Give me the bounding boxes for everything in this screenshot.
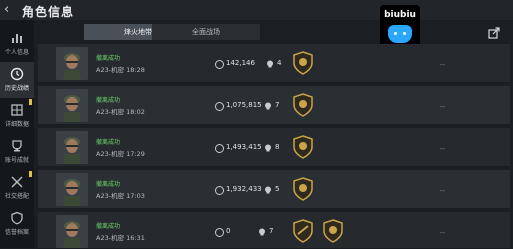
tab-bar: 烽火地带 全面战场 bbox=[38, 22, 508, 40]
share-icon[interactable] bbox=[488, 27, 500, 39]
sidebar-item-profile[interactable]: 个人信息 bbox=[0, 26, 34, 62]
map-and-time: A23-机密 17:03 bbox=[96, 192, 145, 200]
sidebar-item-label: 详细数据 bbox=[4, 121, 29, 128]
sidebar-item-label: 个人信息 bbox=[4, 49, 29, 56]
kill-count: 4 bbox=[277, 59, 282, 67]
sidebar-item-reputation[interactable]: 信誉档案 bbox=[0, 206, 34, 242]
medal-icon bbox=[293, 93, 313, 117]
match-result: 撤离成功 bbox=[96, 139, 121, 146]
extra-value: -- bbox=[440, 229, 446, 237]
match-row[interactable]: 撤离成功 A23-机密 16:31 0 7 -- bbox=[38, 212, 510, 249]
skull-icon bbox=[265, 102, 271, 110]
sidebar: 个人信息 历史战绩 详细数据 账号成就 社交搭配 信誉档案 bbox=[0, 20, 34, 248]
medal-icon bbox=[293, 219, 313, 243]
coin-value: 1,493,415 bbox=[226, 143, 262, 151]
sidebar-item-label: 社交搭配 bbox=[4, 193, 29, 200]
sidebar-item-label: 账号成就 bbox=[4, 157, 29, 164]
match-result: 撤离成功 bbox=[96, 181, 121, 188]
page-title: 角色信息 bbox=[22, 5, 75, 19]
coin-value: 1,075,815 bbox=[226, 101, 262, 109]
shield-icon bbox=[11, 211, 23, 225]
sidebar-item-details[interactable]: 详细数据 bbox=[0, 98, 34, 134]
match-row[interactable]: 撤离成功 A23-机密 18:28 142,146 4 -- bbox=[38, 44, 510, 83]
match-result: 撤离成功 bbox=[96, 223, 121, 230]
notice-badge bbox=[29, 99, 32, 105]
operator-avatar bbox=[56, 47, 88, 80]
medal-icon bbox=[293, 51, 313, 75]
skull-icon bbox=[259, 228, 265, 236]
notice-badge bbox=[29, 171, 32, 177]
map-and-time: A23-机密 18:28 bbox=[96, 66, 145, 74]
operator-avatar bbox=[56, 131, 88, 164]
operator-avatar bbox=[56, 173, 88, 206]
map-and-time: A23-机密 16:31 bbox=[96, 234, 145, 242]
crossed-swords-icon bbox=[11, 176, 23, 188]
coin-icon bbox=[215, 228, 224, 237]
trophy-icon bbox=[12, 140, 22, 152]
medal-icon bbox=[323, 219, 343, 243]
match-row[interactable]: 撤离成功 A23-机密 18:02 1,075,815 7 -- bbox=[38, 86, 510, 125]
coin-icon bbox=[215, 60, 224, 69]
coin-icon bbox=[215, 186, 224, 195]
back-icon[interactable]: ‹ bbox=[4, 2, 9, 17]
extra-value: -- bbox=[440, 103, 446, 111]
match-result: 撤离成功 bbox=[96, 55, 121, 62]
coin-icon bbox=[215, 102, 224, 111]
skull-icon bbox=[267, 60, 273, 68]
kill-count: 7 bbox=[275, 101, 280, 109]
skull-icon bbox=[265, 186, 271, 194]
coin-value: 1,932,433 bbox=[226, 185, 262, 193]
sidebar-item-label: 信誉档案 bbox=[4, 229, 29, 236]
map-and-time: A23-机密 17:29 bbox=[96, 150, 145, 158]
sidebar-item-history[interactable]: 历史战绩 bbox=[0, 62, 34, 98]
extra-value: -- bbox=[440, 145, 446, 153]
sidebar-item-social[interactable]: 社交搭配 bbox=[0, 170, 34, 206]
medal-icon bbox=[293, 135, 313, 159]
operator-avatar bbox=[56, 215, 88, 248]
kill-count: 5 bbox=[275, 185, 280, 193]
extra-value: -- bbox=[440, 187, 446, 195]
coin-icon bbox=[215, 144, 224, 153]
match-row[interactable]: 撤离成功 A23-机密 17:03 1,932,433 5 -- bbox=[38, 170, 510, 209]
watermark-logo: biubiu bbox=[380, 5, 420, 49]
kill-count: 7 bbox=[269, 227, 274, 235]
medal-icon bbox=[293, 177, 313, 201]
tab-full-battlefield[interactable]: 全面战场 bbox=[152, 24, 260, 40]
match-result: 撤离成功 bbox=[96, 97, 121, 104]
mascot-icon bbox=[388, 25, 412, 43]
top-bar: ‹ 角色信息 bbox=[0, 0, 513, 20]
bar-chart-icon bbox=[12, 34, 22, 43]
kill-count: 8 bbox=[275, 143, 280, 151]
logo-text: biubiu bbox=[384, 10, 416, 20]
map-and-time: A23-机密 18:02 bbox=[96, 108, 145, 116]
operator-avatar bbox=[56, 89, 88, 122]
match-row[interactable]: 撤离成功 A23-机密 17:29 1,493,415 8 -- bbox=[38, 128, 510, 167]
skull-icon bbox=[265, 144, 271, 152]
coin-value: 142,146 bbox=[226, 59, 255, 67]
sidebar-item-label: 历史战绩 bbox=[4, 85, 29, 92]
coin-value: 0 bbox=[226, 227, 231, 235]
grid-icon bbox=[11, 104, 23, 116]
sidebar-item-achievements[interactable]: 账号成就 bbox=[0, 134, 34, 170]
extra-value: -- bbox=[440, 61, 446, 69]
clock-icon bbox=[10, 67, 24, 81]
